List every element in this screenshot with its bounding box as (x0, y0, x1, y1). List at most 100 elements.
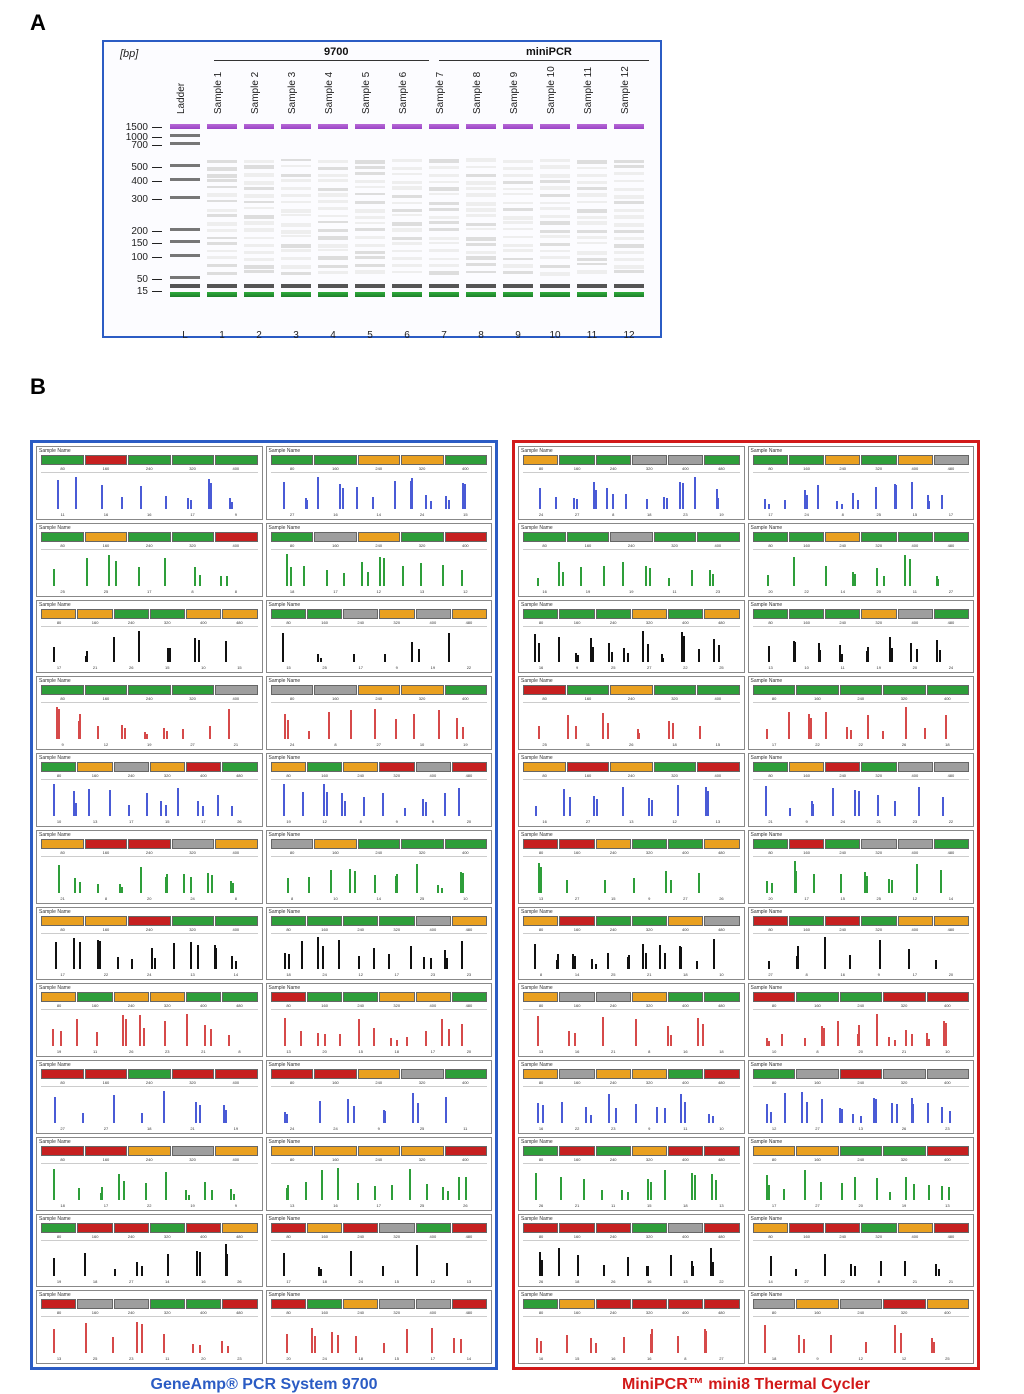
peak (358, 956, 360, 969)
peak (109, 790, 111, 816)
locus-marker (861, 455, 896, 465)
locus-marker (596, 455, 631, 465)
peak (165, 805, 167, 816)
cell-title: Sample Name (269, 1139, 301, 1145)
peak-area (271, 1009, 488, 1046)
locus-marker (77, 992, 112, 1002)
peak (76, 1019, 78, 1046)
lane-number: 2 (242, 330, 276, 341)
peak (841, 1183, 843, 1200)
cell-title: Sample Name (521, 1216, 553, 1222)
peak (935, 960, 937, 969)
peak (712, 574, 714, 585)
peak-area (271, 1163, 488, 1200)
peak (409, 1169, 411, 1199)
peak-area (523, 1163, 740, 1200)
peak-area (523, 779, 740, 816)
locus-marker (523, 1223, 558, 1233)
axis-row: 80160240320400480 (753, 466, 970, 471)
peak (894, 801, 896, 816)
peak (97, 726, 99, 739)
peak (353, 1106, 355, 1123)
electropherogram-cell: Sample Name80160240320400108202110 (748, 983, 975, 1057)
peak (664, 1108, 666, 1123)
cell-title: Sample Name (39, 1139, 71, 1145)
locus-marker (416, 992, 451, 1002)
peak (645, 566, 647, 586)
allele-row: 1817121312 (271, 589, 488, 595)
locus-marker (898, 1223, 933, 1233)
peak (412, 1093, 414, 1123)
peak (633, 878, 635, 893)
locus-marker (114, 609, 149, 619)
locus-marker (379, 762, 414, 772)
axis-row: 80160240320400 (41, 1157, 258, 1162)
peak (322, 946, 324, 969)
peak (97, 884, 99, 892)
peak (112, 1337, 114, 1353)
locus-marker (898, 916, 933, 926)
locus-marker (704, 992, 739, 1002)
peak (166, 731, 168, 739)
marker-row (41, 1299, 258, 1309)
peak (207, 873, 209, 893)
locus-marker (559, 839, 594, 849)
marker-row (271, 839, 488, 849)
peak (448, 633, 450, 662)
peak (707, 791, 709, 816)
locus-marker (523, 532, 566, 542)
peak-area (41, 702, 258, 739)
locus-marker (41, 839, 84, 849)
locus-marker (41, 1223, 76, 1233)
locus-marker (186, 1299, 221, 1309)
peak (441, 888, 443, 892)
locus-marker (898, 455, 933, 465)
peak (567, 715, 569, 739)
electropherogram-grid-minipcr: Sample Name8016024032040048024278182319S… (512, 440, 980, 1370)
peak-area (271, 779, 488, 816)
electropherogram-cell: Sample Name80160240320400480182412172323 (266, 907, 493, 981)
peak (402, 566, 404, 585)
peak (374, 709, 376, 739)
allele-row: 181722199 (41, 1203, 258, 1209)
locus-marker (796, 685, 839, 695)
locus-marker (934, 532, 969, 542)
peak (143, 1028, 145, 1046)
locus-marker (927, 685, 970, 695)
allele-row: 101317151726 (41, 819, 258, 825)
peak (558, 562, 560, 585)
peak (75, 803, 77, 815)
cell-title: Sample Name (751, 678, 783, 684)
peak (317, 1033, 319, 1046)
peak (204, 1025, 206, 1046)
peak (231, 502, 233, 509)
locus-marker (632, 1299, 667, 1309)
electropherogram-cell: Sample Name8016024032040048013162181618 (518, 983, 745, 1057)
locus-marker (567, 685, 610, 695)
peak (122, 1015, 124, 1046)
allele-row: 171824151213 (271, 1279, 488, 1285)
peak (576, 499, 578, 509)
locus-marker (114, 762, 149, 772)
peak (645, 953, 647, 970)
locus-marker (883, 1299, 926, 1309)
locus-marker (753, 532, 788, 542)
locus-marker (222, 1223, 257, 1233)
peak (770, 1112, 772, 1122)
peak (317, 477, 319, 509)
peak-area (271, 1240, 488, 1277)
locus-marker (222, 1299, 257, 1309)
locus-marker (861, 532, 896, 542)
locus-marker (610, 532, 653, 542)
locus-marker (150, 1299, 185, 1309)
peak (55, 942, 57, 970)
axis-row: 80160240320400480 (41, 773, 258, 778)
peak (691, 570, 693, 585)
peak (54, 1097, 56, 1122)
lane-number: 6 (390, 330, 424, 341)
marker-row (753, 1146, 970, 1156)
peak (900, 1333, 902, 1353)
locus-marker (215, 916, 258, 926)
peak (803, 1339, 805, 1353)
electropherogram-cell: Sample Name80160240320400480261826161322 (518, 1214, 745, 1288)
